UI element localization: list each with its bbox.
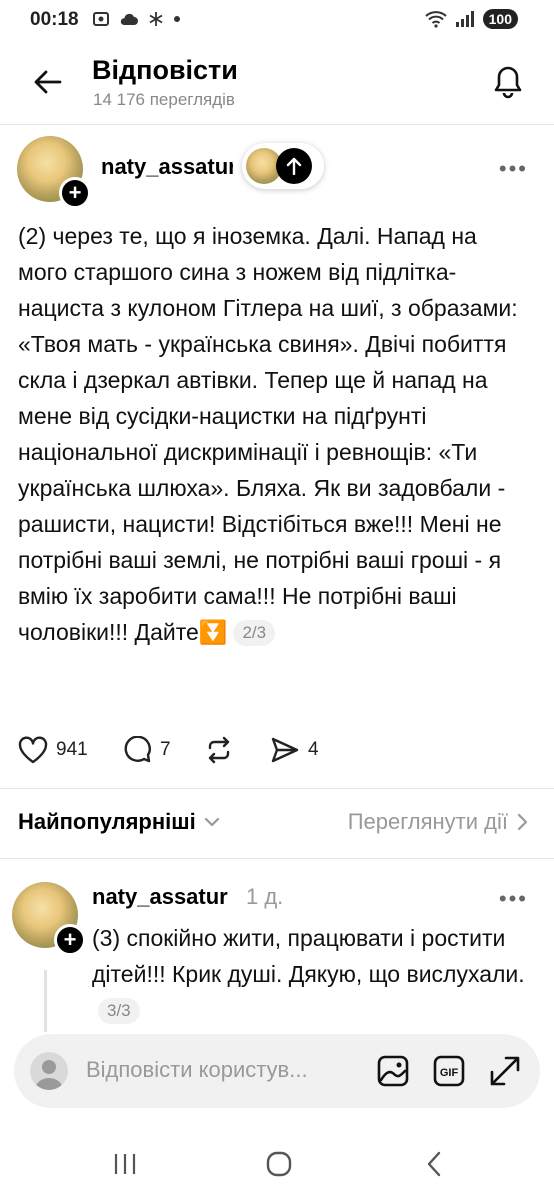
post-text: (2) через те, що я іноземка. Далі. Напад… [18,218,518,650]
status-time: 00:18 [30,9,79,30]
reply-text-content: (3) спокійно жити, працювати і ростити д… [92,925,525,987]
comment-icon [124,736,151,763]
view-activity-label: Переглянути дії [347,809,508,834]
sort-divider [0,858,554,859]
reply-input[interactable]: Відповісти користув... [86,1057,308,1083]
repost-button[interactable] [204,736,234,764]
scroll-up-button[interactable] [276,148,312,184]
chevron-right-icon [517,813,528,831]
wifi-icon [424,11,447,28]
expand-composer-button[interactable] [486,1052,524,1090]
reply-counter: 3/3 [98,998,140,1024]
share-count: 4 [308,739,319,760]
heart-icon [18,736,48,764]
status-system-icons: 100 [424,9,518,29]
thread-mini-badge[interactable] [242,143,324,189]
status-bar: 00:18 100 [0,0,554,44]
like-button[interactable]: 941 [18,736,88,764]
share-button[interactable]: 4 [270,736,319,764]
back-icon [427,1151,441,1177]
sort-label: Найпопулярніші [18,809,196,834]
signal-icon [455,11,474,27]
gif-icon: GIF [433,1055,465,1087]
screenshot-icon [93,12,109,26]
view-count: 14 176 переглядів [93,90,235,109]
chevron-down-icon [204,817,219,827]
home-icon [266,1151,292,1177]
reply-username[interactable]: naty_assatur [92,884,228,910]
comment-button[interactable]: 7 [122,736,171,764]
attach-image-button[interactable] [374,1052,412,1090]
sort-dropdown[interactable]: Найпопулярніші [18,809,220,835]
header-divider [0,124,554,125]
notifications-button[interactable] [488,62,528,102]
repost-icon [208,736,230,764]
snowflake-icon [149,12,163,26]
post-text-content: (2) через те, що я іноземка. Далі. Напад… [18,223,518,645]
system-back-button[interactable] [404,1144,464,1184]
send-icon [271,737,299,763]
reply-follow-button[interactable]: + [54,924,86,956]
battery-indicator: 100 [482,9,518,29]
post-counter: 2/3 [233,620,276,646]
more-dots-icon[interactable]: ••• [499,156,528,182]
post-emoji: ⏬ [198,619,228,645]
home-button[interactable] [249,1144,309,1184]
svg-text:GIF: GIF [440,1067,459,1079]
cloud-icon [120,13,138,25]
plus-icon: + [68,180,82,205]
user-silhouette-icon [35,1060,63,1090]
recent-apps-icon [114,1154,136,1174]
expand-icon [490,1056,520,1086]
section-divider [0,788,554,789]
follow-button[interactable]: + [59,177,91,209]
composer-avatar [30,1052,68,1090]
reply-composer[interactable]: Відповісти користув... GIF [14,1034,540,1108]
post-username[interactable]: naty_assatur [101,154,233,180]
plus-icon: + [63,927,77,952]
image-icon [377,1055,409,1087]
thread-line [44,970,47,1032]
recent-apps-button[interactable] [95,1144,155,1184]
status-notification-icons [92,10,181,28]
dot-icon [174,16,180,22]
bell-icon [494,66,522,99]
gif-button[interactable]: GIF [430,1052,468,1090]
like-count: 941 [56,739,88,760]
reply-text: (3) спокійно жити, працювати і ростити д… [92,920,532,1028]
page-title: Відповісти [92,55,238,85]
arrow-up-icon [286,157,302,175]
view-activity-link[interactable]: Переглянути дії [348,809,528,835]
reply-more-icon[interactable]: ••• [499,886,528,912]
reply-timestamp: 1 д. [246,884,284,909]
comment-count: 7 [160,739,171,760]
arrow-left-icon [34,70,62,94]
back-button[interactable] [28,62,68,102]
